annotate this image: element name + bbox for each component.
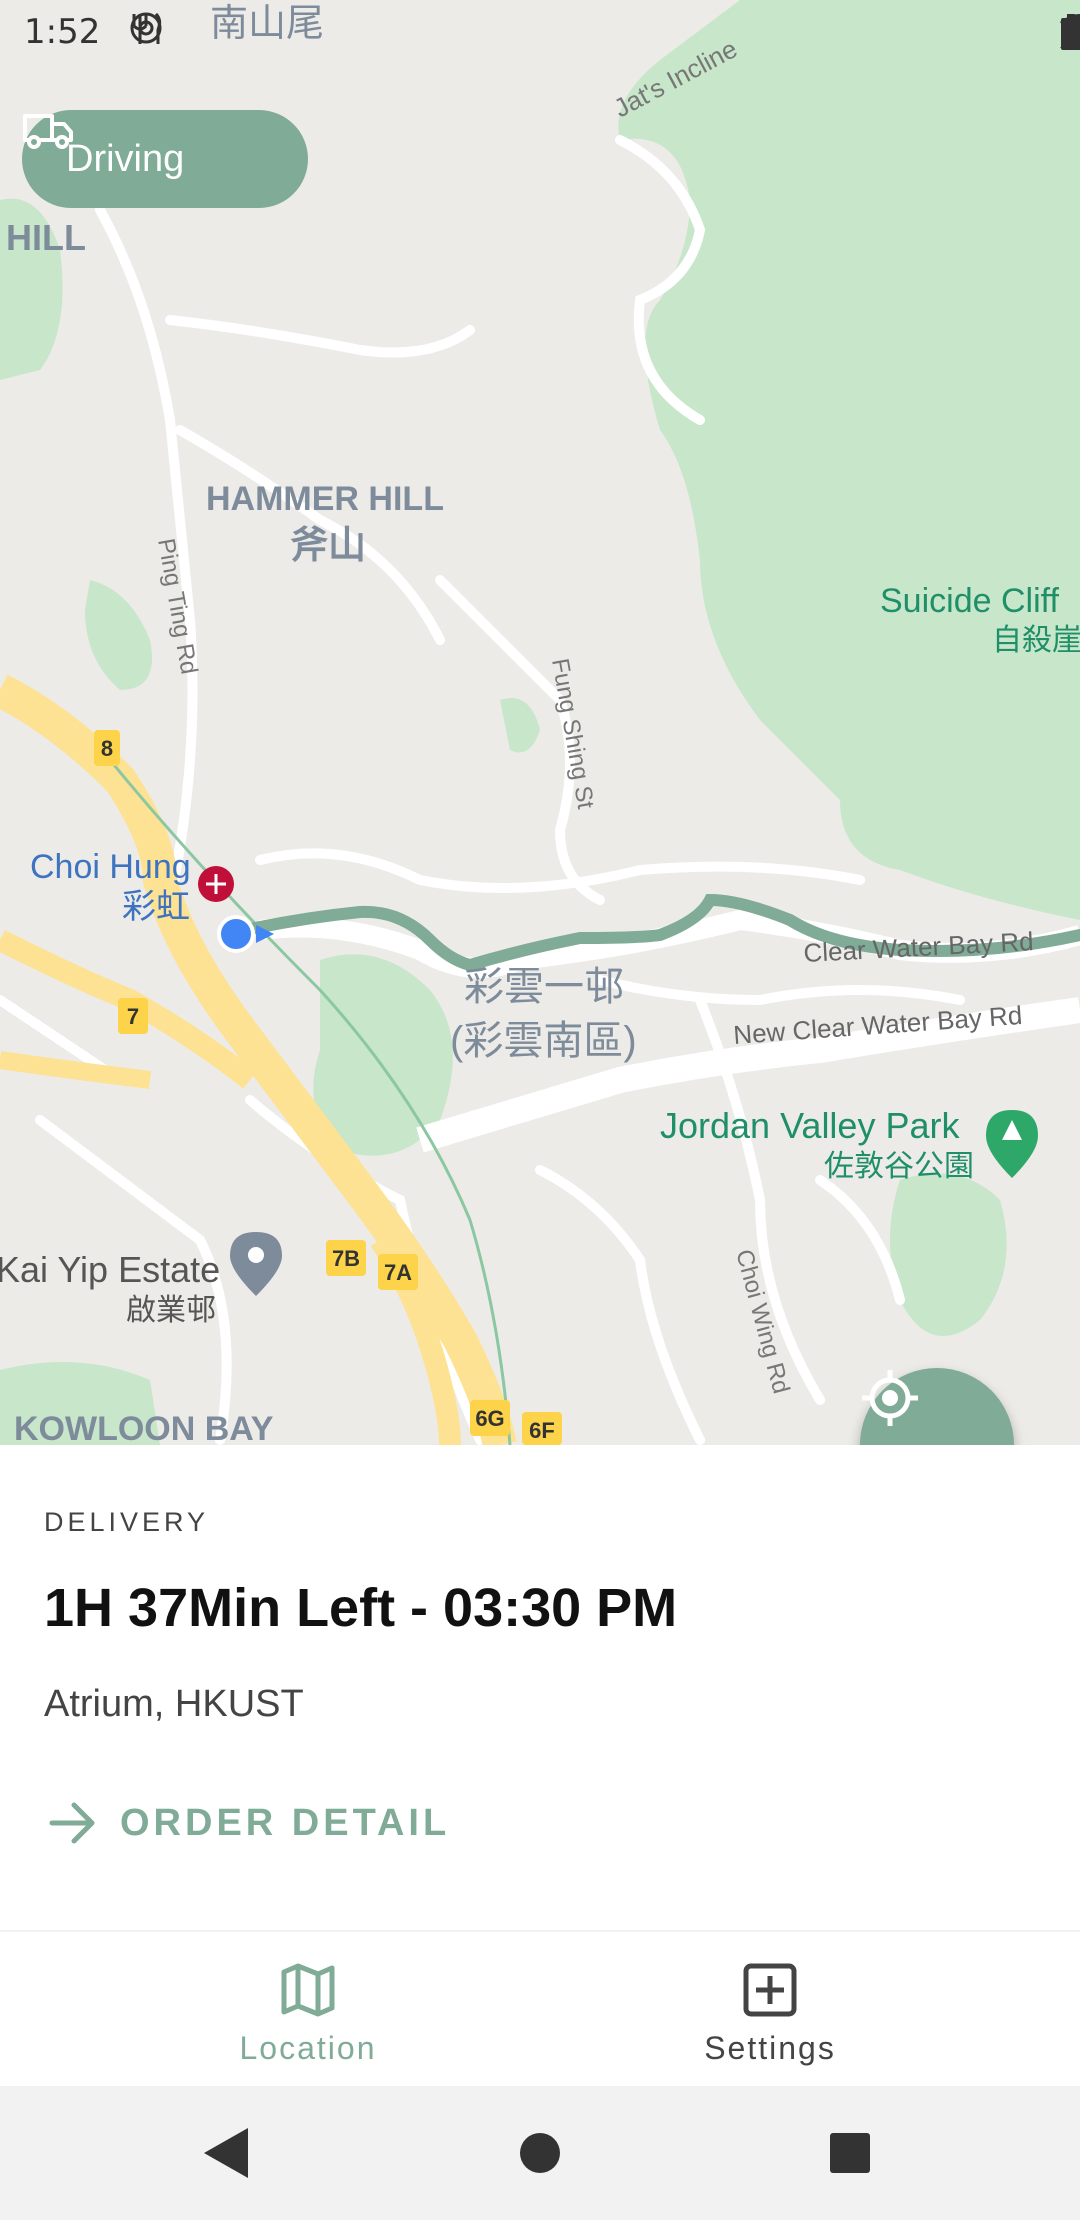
nav-item-settings[interactable]: Settings [660,1962,880,2067]
route-shield-text: 6G [475,1406,504,1431]
map-label: 啟業邨 [126,1294,216,1327]
map-canvas[interactable]: 8 7 7B 7A 6G 6F 南山尾 HILL Jat's Incline H… [0,0,1080,1445]
delivery-time-title: 1H 37Min Left - 03:30 PM [44,1578,678,1638]
route-shield-text: 7B [332,1246,360,1271]
arrow-right-icon [49,1802,95,1844]
driving-mode-chip[interactable]: Driving [22,110,308,208]
map-label: Kai Yip Estate [0,1249,220,1290]
home-button[interactable] [518,2126,562,2180]
at-sign-icon [130,12,162,44]
route-shield-text: 8 [101,736,113,761]
park-area [85,580,152,690]
route-shield-text: 6F [529,1418,555,1443]
status-time: 1:52 [24,12,101,52]
map-label: KOWLOON BAY [14,1410,274,1445]
map-label: Suicide Cliff [880,582,1059,620]
map-label: 自殺崖 [992,624,1080,657]
map-view[interactable]: 8 7 7B 7A 6G 6F 南山尾 HILL Jat's Incline H… [0,0,1080,1445]
map-label: 彩虹 [122,888,190,926]
map-label: HILL [6,217,86,258]
bottom-navigation: Location Settings [0,1930,1080,2088]
delivery-sheet: DELIVERY 1H 37Min Left - 03:30 PM Atrium… [0,1445,1080,1930]
map-label: HAMMER HILL [206,480,444,518]
place-pin-dot [248,1247,264,1263]
recents-button[interactable] [828,2126,872,2180]
park-area [500,698,540,753]
map-label: 彩雲一邨 [464,965,624,1009]
map-label: (彩雲南區) [450,1019,637,1063]
order-detail-label: ORDER DETAIL [120,1801,451,1844]
place-pin-icon [230,1232,282,1296]
crosshair-icon [862,1370,918,1426]
map-label: Fung Shing St [546,656,599,811]
current-location-dot [217,915,255,953]
nav-item-label: Settings [704,2030,836,2066]
map-label: 斧山 [290,525,366,567]
battery-icon [1061,14,1080,50]
order-detail-button[interactable]: ORDER DETAIL [48,1793,450,1853]
back-button[interactable] [200,2126,252,2180]
map-label: 佐敦谷公園 [824,1150,974,1183]
delivery-label: DELIVERY [44,1507,210,1537]
map-label: Ping Ting Rd [152,536,202,676]
route-shield-text: 7 [127,1004,139,1029]
route-shield-text: 7A [384,1260,412,1285]
nav-item-label: Location [239,2030,377,2066]
delivery-address: Atrium, HKUST [44,1683,304,1725]
park-area [618,0,1080,920]
nav-item-location[interactable]: Location [198,1962,418,2067]
road-major-yellow [0,1051,152,1089]
status-bar: 1:52 [0,0,1080,64]
truck-icon [23,114,73,149]
map-label: Jordan Valley Park [660,1105,960,1146]
map-label: Choi Hung [30,848,191,886]
map-icon [281,1963,335,2017]
driving-mode-label: Driving [66,137,185,180]
plus-box-icon [743,1963,797,2017]
park-area [890,1173,1007,1336]
system-navigation-bar [0,2086,1080,2220]
